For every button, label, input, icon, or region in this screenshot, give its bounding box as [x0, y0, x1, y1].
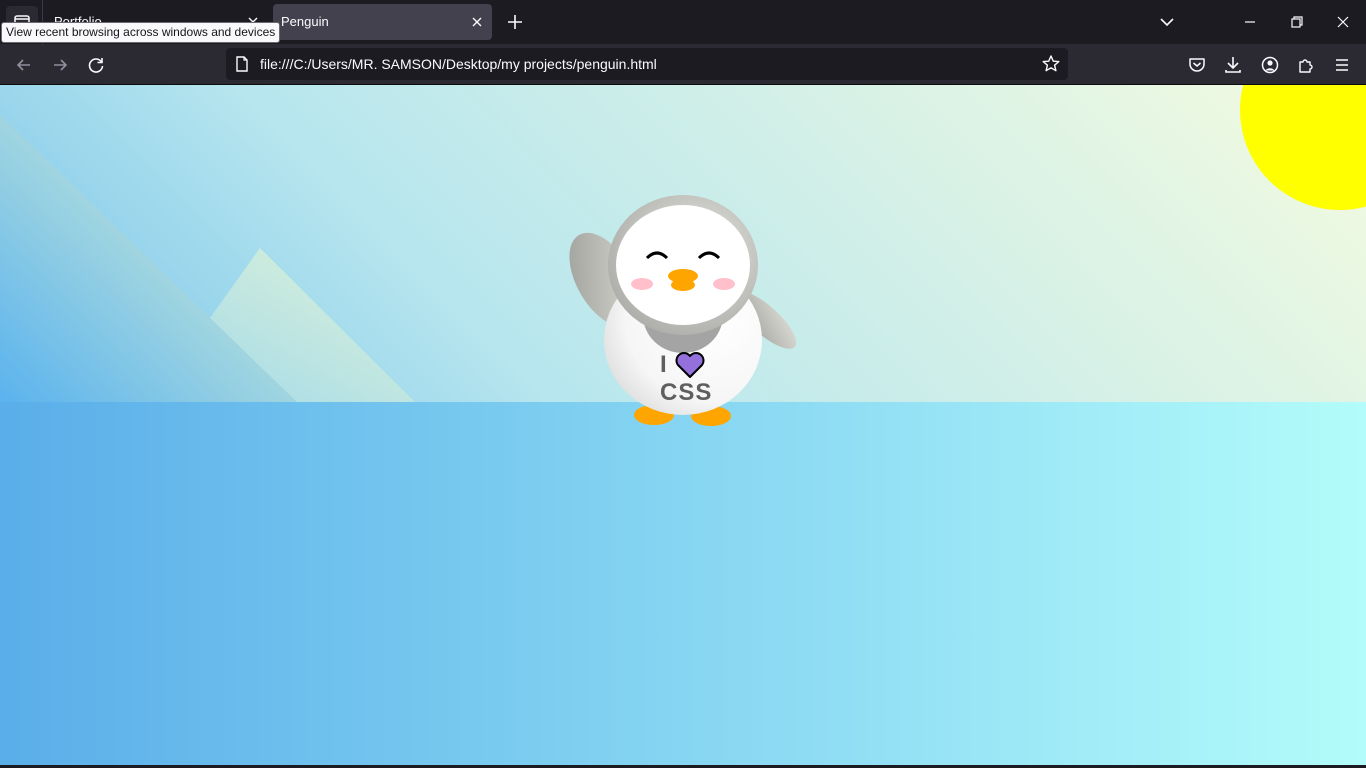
chevron-down-icon: [1160, 18, 1174, 27]
downloads-button[interactable]: [1220, 52, 1246, 78]
url-bar[interactable]: file:///C:/Users/MR. SAMSON/Desktop/my p…: [226, 48, 1068, 80]
penguin-page: I CSS: [0, 85, 1366, 768]
arrow-right-icon: [54, 59, 68, 71]
tab-close-button[interactable]: [470, 15, 484, 29]
navigation-toolbar: file:///C:/Users/MR. SAMSON/Desktop/my p…: [0, 44, 1366, 85]
window-close-button[interactable]: [1329, 8, 1357, 36]
tab-bar: Portfolio Penguin: [0, 0, 1366, 44]
pocket-button[interactable]: [1184, 52, 1210, 78]
url-text[interactable]: file:///C:/Users/MR. SAMSON/Desktop/my p…: [260, 56, 657, 72]
ground: [0, 402, 1366, 768]
arrow-left-icon: [16, 59, 30, 71]
beak-lower: [671, 279, 695, 291]
mountain-front: [0, 115, 297, 402]
bookmark-button[interactable]: [1040, 53, 1062, 75]
close-icon: [472, 17, 482, 27]
penguin-face: [616, 205, 750, 325]
star-icon: [1042, 55, 1060, 72]
close-icon: [1337, 16, 1349, 28]
right-cheek: [713, 278, 735, 290]
plus-icon: [508, 15, 522, 29]
new-tab-button[interactable]: [503, 10, 527, 34]
left-cheek: [631, 278, 653, 290]
heart-icon: [674, 351, 706, 379]
pocket-icon: [1189, 58, 1205, 72]
minimize-button[interactable]: [1236, 8, 1264, 36]
sun: [1240, 85, 1366, 210]
restore-icon: [1291, 16, 1303, 28]
account-button[interactable]: [1257, 52, 1283, 78]
shirt-text-css: CSS: [660, 379, 713, 406]
download-icon: [1225, 57, 1241, 73]
back-button[interactable]: [11, 52, 37, 78]
forward-button[interactable]: [47, 52, 73, 78]
extensions-button[interactable]: [1293, 52, 1319, 78]
reload-button[interactable]: [83, 52, 109, 78]
reload-icon: [88, 58, 104, 73]
page-icon: [234, 55, 250, 73]
hamburger-icon: [1336, 59, 1348, 71]
tab-title: Penguin: [281, 14, 329, 29]
account-icon: [1261, 56, 1279, 74]
puzzle-icon: [1299, 59, 1313, 73]
tooltip: View recent browsing across windows and …: [1, 22, 281, 43]
tab-penguin[interactable]: Penguin: [273, 4, 492, 40]
list-all-tabs-button[interactable]: [1156, 12, 1178, 32]
restore-button[interactable]: [1283, 8, 1311, 36]
penguin: I CSS: [560, 185, 800, 435]
shirt-text-i: I: [660, 351, 667, 378]
mountains: [0, 115, 415, 402]
menu-button[interactable]: [1329, 52, 1355, 78]
minimize-icon: [1245, 21, 1255, 23]
